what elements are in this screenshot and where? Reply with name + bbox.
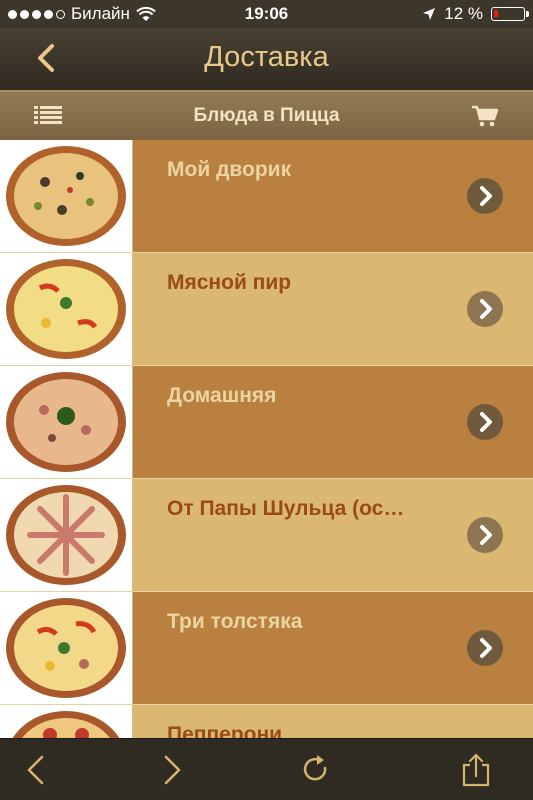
nav-bar: Доставка bbox=[0, 28, 533, 90]
dish-row[interactable]: Три толстяка bbox=[0, 592, 533, 705]
chevron-right-icon[interactable] bbox=[467, 178, 503, 214]
pizza-thumbnail bbox=[0, 366, 133, 478]
dish-name: Три толстяка bbox=[167, 610, 303, 633]
dish-row[interactable]: Пепперони bbox=[0, 705, 533, 738]
chevron-right-icon[interactable] bbox=[467, 404, 503, 440]
dish-name: Мой дворик bbox=[167, 158, 292, 181]
pizza-thumbnail bbox=[0, 253, 133, 365]
dish-list: Мой дворик Мясной пир Домашняя От Папы Ш… bbox=[0, 140, 533, 738]
dish-name: Мясной пир bbox=[167, 271, 292, 294]
cart-icon[interactable] bbox=[471, 104, 499, 128]
pizza-thumbnail bbox=[0, 705, 133, 738]
battery-percent: 12 % bbox=[444, 4, 483, 23]
chevron-right-icon[interactable] bbox=[467, 517, 503, 553]
dish-name: От Папы Шульца (ос… bbox=[167, 497, 405, 520]
dish-row[interactable]: От Папы Шульца (ос… bbox=[0, 479, 533, 592]
location-arrow-icon bbox=[423, 8, 436, 20]
dish-name: Домашняя bbox=[167, 384, 277, 407]
bottom-toolbar bbox=[0, 738, 533, 800]
share-icon[interactable] bbox=[458, 752, 494, 788]
category-bar: Блюда в Пицца bbox=[0, 90, 533, 140]
reload-icon[interactable] bbox=[297, 752, 333, 788]
category-title: Блюда в Пицца bbox=[193, 105, 340, 126]
pizza-thumbnail bbox=[0, 592, 133, 704]
pizza-thumbnail bbox=[0, 479, 133, 591]
dish-row[interactable]: Мой дворик bbox=[0, 140, 533, 253]
chevron-right-icon[interactable] bbox=[467, 630, 503, 666]
status-bar: Билайн 19:06 12 % bbox=[0, 0, 533, 28]
arrow-back-icon[interactable] bbox=[18, 752, 54, 788]
dish-row[interactable]: Мясной пир bbox=[0, 253, 533, 366]
arrow-forward-icon[interactable] bbox=[154, 752, 190, 788]
page-title: Доставка bbox=[204, 41, 329, 73]
battery-low-icon bbox=[491, 7, 529, 21]
dish-row[interactable]: Домашняя bbox=[0, 366, 533, 479]
pizza-thumbnail bbox=[0, 140, 133, 252]
chevron-right-icon[interactable] bbox=[467, 291, 503, 327]
dish-name: Пепперони bbox=[167, 723, 283, 738]
